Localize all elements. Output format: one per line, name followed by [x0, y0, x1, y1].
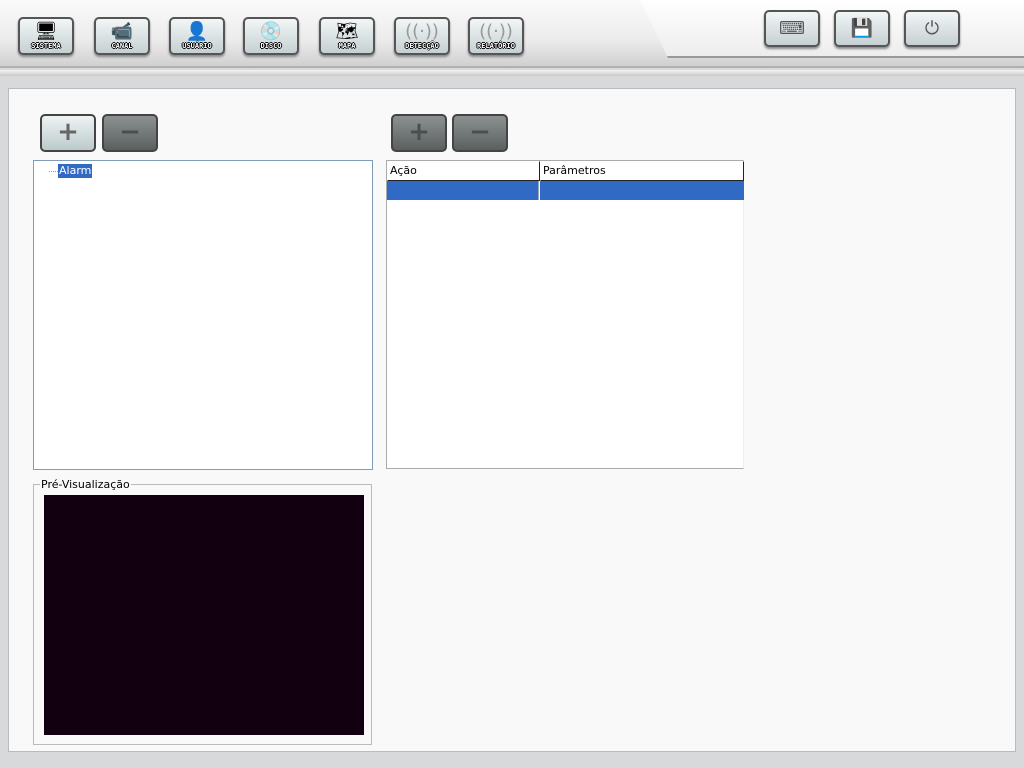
top-right-panel	[640, 0, 1024, 58]
preview-label: Pré-Visualização	[40, 478, 131, 491]
keyboard-button[interactable]: ⌨	[764, 10, 820, 47]
button-label: MAPA	[338, 42, 356, 50]
column-header-parametros[interactable]: Parâmetros	[540, 161, 744, 181]
action-table[interactable]: Ação Parâmetros	[386, 160, 744, 469]
keyboard-icon: ⌨	[779, 18, 805, 39]
add-action-button[interactable]: +	[391, 114, 447, 152]
plus-icon: +	[57, 117, 79, 147]
usuario-button[interactable]: 👤 USUÁRIO	[169, 17, 225, 55]
event-tree[interactable]: Alarm	[33, 160, 373, 470]
preview-group: Pré-Visualização	[33, 478, 372, 745]
plus-icon: +	[408, 117, 430, 147]
tree-connector	[49, 171, 58, 172]
table-row-cell[interactable]	[387, 181, 539, 200]
power-button[interactable]: ⏻	[904, 10, 960, 47]
add-event-button[interactable]: +	[40, 114, 96, 152]
remove-event-button[interactable]: −	[102, 114, 158, 152]
toolbar-separator	[0, 70, 1024, 76]
button-label: DETECÇÃO	[405, 42, 439, 50]
relatorio-button[interactable]: ((·)) RELATÓRIO	[468, 17, 524, 55]
mapa-button[interactable]: 🗺 MAPA	[319, 17, 375, 55]
user-icon: 👤	[185, 21, 209, 42]
map-icon: 🗺	[335, 21, 359, 42]
table-row-cell[interactable]	[540, 181, 744, 200]
camera-icon: 📹	[110, 21, 134, 42]
save-icon: 💾	[850, 18, 874, 39]
antenna-icon: ((·))	[479, 21, 513, 42]
sistema-button[interactable]: 🖥 SISTEMA	[18, 17, 74, 55]
deteccao-button[interactable]: ((·)) DETECÇÃO	[394, 17, 450, 55]
preview-video	[44, 495, 364, 735]
canal-button[interactable]: 📹 CANAL	[94, 17, 150, 55]
minus-icon: −	[119, 117, 141, 147]
remove-action-button[interactable]: −	[452, 114, 508, 152]
save-button[interactable]: 💾	[834, 10, 890, 47]
tree-item-alarm[interactable]: Alarm	[58, 164, 93, 178]
antenna-icon: ((·))	[405, 21, 439, 42]
minus-icon: −	[469, 117, 491, 147]
disco-button[interactable]: 💿 DISCO	[243, 17, 299, 55]
button-label: SISTEMA	[31, 42, 61, 50]
column-header-acao[interactable]: Ação	[387, 161, 540, 181]
button-label: RELATÓRIO	[477, 42, 515, 50]
button-label: DISCO	[260, 42, 282, 50]
computer-icon: 🖥	[34, 21, 58, 42]
button-label: CANAL	[111, 42, 133, 50]
button-label: USUÁRIO	[182, 42, 212, 50]
power-icon: ⏻	[924, 18, 940, 39]
disc-icon: 💿	[259, 21, 283, 42]
